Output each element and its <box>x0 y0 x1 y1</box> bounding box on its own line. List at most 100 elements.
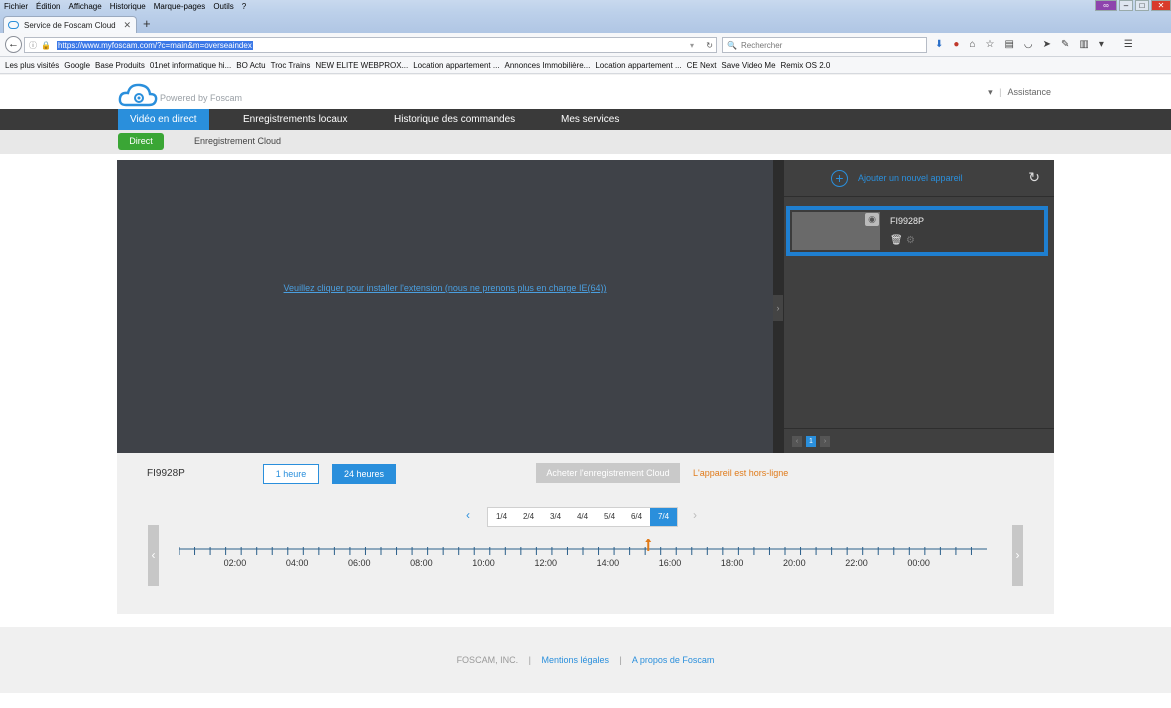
adblock-icon[interactable]: ● <box>953 39 959 50</box>
home-icon[interactable]: ⌂ <box>969 39 975 50</box>
tab-cloud-recording[interactable]: Enregistrement Cloud <box>194 136 281 146</box>
lock-icon: 🔒 <box>41 40 51 50</box>
device-panel-header: + Ajouter un nouvel appareil ↻ <box>784 160 1054 197</box>
powered-by-text: Powered by Foscam <box>160 93 243 103</box>
timeline-label: 18:00 <box>721 558 744 568</box>
twenty-four-hours-button[interactable]: 24 heures <box>332 464 396 484</box>
gear-icon[interactable]: ⚙ <box>906 235 915 246</box>
extension-icon[interactable]: ✎ <box>1061 39 1069 50</box>
menu-edition[interactable]: Édition <box>36 2 60 11</box>
day-tab[interactable]: 2/4 <box>515 508 542 526</box>
timeline-label: 00:00 <box>907 558 930 568</box>
day-tab[interactable]: 6/4 <box>623 508 650 526</box>
menu-fichier[interactable]: Fichier <box>4 2 28 11</box>
close-tab-icon[interactable]: ✕ <box>123 20 131 31</box>
url-text[interactable]: https://www.myfoscam.com/?c=main&m=overs… <box>56 40 253 50</box>
offline-status: L'appareil est hors-ligne <box>693 468 789 478</box>
timeline-label: 16:00 <box>659 558 682 568</box>
legal-link[interactable]: Mentions légales <box>541 655 609 665</box>
panel-splitter: › <box>773 160 784 453</box>
clipboard-icon[interactable]: ▤ <box>1004 39 1013 50</box>
add-device-link[interactable]: Ajouter un nouvel appareil <box>858 173 963 183</box>
browser-navbar: ← ⓘ 🔒 https://www.myfoscam.com/?c=main&m… <box>0 33 1171 57</box>
day-tab-active[interactable]: 7/4 <box>650 508 677 526</box>
cloud-favicon-icon <box>8 21 19 29</box>
day-tab[interactable]: 4/4 <box>569 508 596 526</box>
add-device-icon[interactable]: + <box>831 170 848 187</box>
download-icon[interactable]: ⬇ <box>935 39 943 50</box>
next-page-icon[interactable]: › <box>820 436 830 447</box>
tab-strip: Service de Foscam Cloud ✕ + <box>0 13 1171 33</box>
prev-page-icon[interactable]: ‹ <box>792 436 802 447</box>
new-tab-button[interactable]: + <box>143 16 151 31</box>
footer-company: FOSCAM, INC. <box>456 655 519 665</box>
bookmark-item[interactable]: Les plus visités <box>5 61 59 70</box>
day-tab[interactable]: 1/4 <box>488 508 515 526</box>
timeline-right-arrow-icon[interactable]: › <box>1012 525 1023 586</box>
nav-video-direct[interactable]: Vidéo en direct <box>118 109 209 130</box>
menu-affichage[interactable]: Affichage <box>68 2 101 11</box>
bookmark-item[interactable]: 01net informatique hi... <box>150 61 231 70</box>
bookmark-item[interactable]: Remix OS 2.0 <box>781 61 831 70</box>
overflow-icon[interactable]: ▾ <box>1099 39 1104 50</box>
minimize-button[interactable]: – <box>1119 0 1133 11</box>
next-day-icon[interactable]: › <box>693 508 697 522</box>
send-icon[interactable]: ➤ <box>1043 39 1051 50</box>
assistance-link[interactable]: Assistance <box>1007 87 1051 97</box>
url-bar[interactable]: ⓘ 🔒 https://www.myfoscam.com/?c=main&m=o… <box>24 37 717 53</box>
tab-direct[interactable]: Direct <box>118 133 164 150</box>
bookmark-star-icon[interactable]: ☆ <box>985 39 994 50</box>
bookmark-item[interactable]: NEW ELITE WEBPROX... <box>315 61 408 70</box>
timeline-label: 20:00 <box>783 558 806 568</box>
trash-icon[interactable]: 🗑 <box>890 235 903 246</box>
day-tab[interactable]: 3/4 <box>542 508 569 526</box>
day-tab[interactable]: 5/4 <box>596 508 623 526</box>
url-dropdown-icon[interactable]: ▾ <box>690 41 694 50</box>
timeline[interactable]: 02:00 04:00 06:00 08:00 10:00 12:00 14:00 16:00… <box>179 539 991 579</box>
nav-order-history[interactable]: Historique des commandes <box>382 109 527 130</box>
buy-cloud-recording-button[interactable]: Acheter l'enregistrement Cloud <box>536 463 680 483</box>
pocket-icon[interactable]: ◡ <box>1024 39 1033 50</box>
menu-marque-pages[interactable]: Marque-pages <box>154 2 206 11</box>
bookmark-item[interactable]: Troc Trains <box>271 61 311 70</box>
close-window-button[interactable]: ✕ <box>1151 0 1171 11</box>
bookmark-item[interactable]: BO Actu <box>236 61 265 70</box>
back-button[interactable]: ← <box>5 36 22 53</box>
collapse-panel-button[interactable]: › <box>773 295 783 321</box>
bookmark-item[interactable]: Save Video Me <box>721 61 775 70</box>
nav-my-services[interactable]: Mes services <box>549 109 631 130</box>
search-input[interactable]: 🔍 Rechercher <box>722 37 927 53</box>
bookmark-item[interactable]: CE Next <box>687 61 717 70</box>
bookmark-item[interactable]: Annonces Immobilière... <box>505 61 591 70</box>
install-extension-link[interactable]: Veuillez cliquer pour installer l'extens… <box>117 283 773 293</box>
assistance-menu[interactable]: ▾ | Assistance <box>988 87 1051 98</box>
timeline-left-arrow-icon[interactable]: ‹ <box>148 525 159 586</box>
library-icon[interactable]: ▥ <box>1079 39 1088 50</box>
menu-historique[interactable]: Historique <box>110 2 146 11</box>
timeline-label: 04:00 <box>286 558 309 568</box>
bookmark-item[interactable]: Location appartement ... <box>413 61 499 70</box>
browser-tab[interactable]: Service de Foscam Cloud ✕ <box>3 16 137 33</box>
mask-icon[interactable]: ∞ <box>1095 0 1117 11</box>
refresh-icon[interactable]: ↻ <box>1028 169 1040 186</box>
nav-local-recordings[interactable]: Enregistrements locaux <box>231 109 360 130</box>
playback-controls: FI9928P 1 heure 24 heures Acheter l'enre… <box>117 453 1054 614</box>
current-time-marker-head[interactable] <box>645 539 652 542</box>
one-hour-button[interactable]: 1 heure <box>263 464 319 484</box>
device-card[interactable]: ◉ FI9928P 🗑 ⚙ <box>786 206 1048 256</box>
hamburger-menu-icon[interactable]: ☰ <box>1124 39 1133 50</box>
menu-help[interactable]: ? <box>242 2 246 11</box>
info-icon[interactable]: ⓘ <box>29 40 37 51</box>
menu-outils[interactable]: Outils <box>213 2 233 11</box>
maximize-button[interactable]: □ <box>1135 0 1149 11</box>
bookmark-item[interactable]: Base Produits <box>95 61 145 70</box>
bookmark-item[interactable]: Google <box>64 61 90 70</box>
device-panel: + Ajouter un nouvel appareil ↻ ◉ FI9928P… <box>784 160 1054 453</box>
about-link[interactable]: A propos de Foscam <box>632 655 715 665</box>
previous-day-icon[interactable]: ‹ <box>466 508 470 522</box>
toolbar-icons: ⬇ ● ⌂ ☆ ▤ ◡ ➤ ✎ ▥ ▾ ☰ <box>935 39 1143 50</box>
reload-icon[interactable]: ↻ <box>706 41 713 50</box>
page-number[interactable]: 1 <box>806 436 816 447</box>
bookmark-item[interactable]: Location appartement ... <box>595 61 681 70</box>
bookmarks-bar: Les plus visités Google Base Produits 01… <box>0 57 1171 74</box>
